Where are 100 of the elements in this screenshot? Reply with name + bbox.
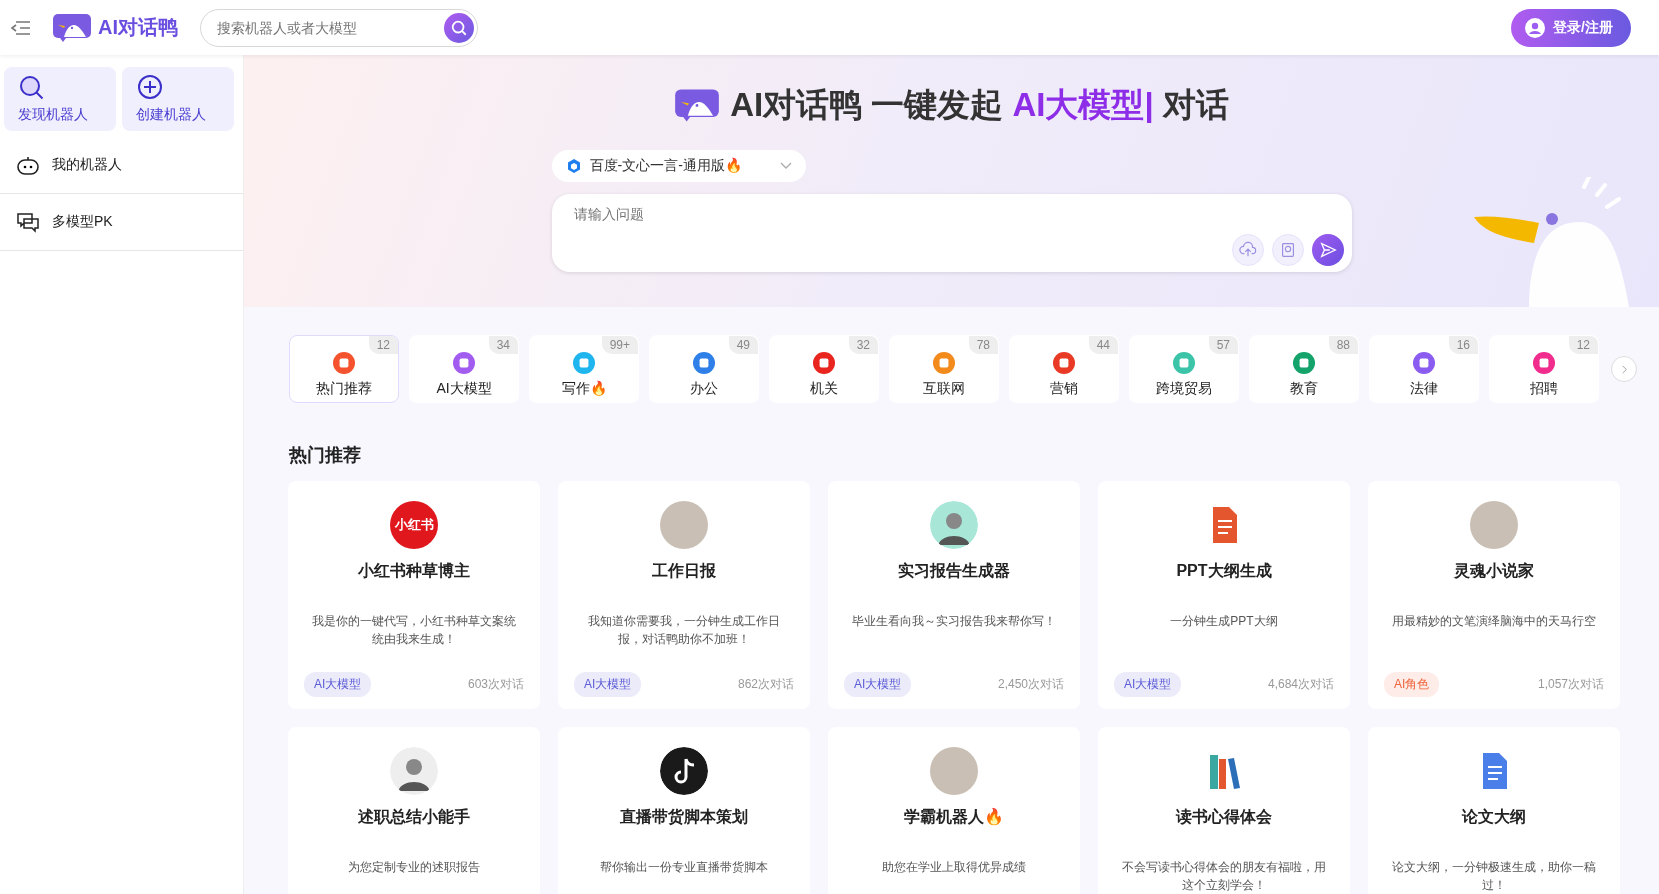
category-tab[interactable]: 12 热门推荐: [289, 335, 399, 403]
sidebar-action-button[interactable]: 发现机器人: [4, 67, 116, 131]
card-description: 毕业生看向我～实习报告我来帮你写！: [851, 613, 1057, 630]
sidebar-action-button[interactable]: 创建机器人: [122, 67, 234, 131]
bot-card[interactable]: 实习报告生成器 毕业生看向我～实习报告我来帮你写！ AI大模型 2,450次对话: [828, 481, 1080, 709]
card-title: 读书心得体会: [1176, 807, 1272, 827]
category-label: 法律: [1410, 380, 1438, 398]
login-button[interactable]: 登录/注册: [1511, 8, 1631, 47]
bot-card[interactable]: 述职总结小能手 为您定制专业的述职报告: [288, 727, 540, 894]
menu-icon[interactable]: [10, 19, 30, 36]
card-description: 我是你的一键代写，小红书种草文案统统由我来生成！: [311, 613, 517, 648]
category-tab[interactable]: 12 招聘: [1489, 335, 1599, 403]
category-label: 招聘: [1530, 380, 1558, 398]
chat-count: 1,057次对话: [1537, 676, 1604, 693]
photo-placeholder: [930, 747, 978, 795]
count-badge: 34: [488, 336, 518, 354]
count-badge: 12: [368, 336, 398, 354]
bot-card[interactable]: 小红书 小红书种草博主 我是你的一键代写，小红书种草文案统统由我来生成！ AI大模型 603次对话: [288, 481, 540, 709]
card-title: 灵魂小说家: [1454, 561, 1534, 581]
card-description: 一分钟生成PPT大纲: [1169, 613, 1279, 630]
count-badge: 99+: [601, 336, 638, 354]
count-badge: 12: [1568, 336, 1598, 354]
card-title: 实习报告生成器: [898, 561, 1010, 581]
count-badge: 32: [848, 336, 878, 354]
search-icon: [450, 18, 468, 37]
chat-count: 603次对话: [467, 676, 524, 693]
card-title: 小红书种草博主: [358, 561, 470, 581]
chat-count: 4,684次对话: [1267, 676, 1334, 693]
category-label: AI大模型: [436, 380, 492, 398]
card-description: 用最精妙的文笔演绎脑海中的天马行空: [1391, 613, 1597, 630]
card-description: 助您在学业上取得优异成绩: [881, 859, 1027, 876]
question-field[interactable]: 请输入问题: [551, 194, 1352, 272]
category-tag: AI大模型: [304, 672, 372, 697]
hero-title: AI对话鸭 一键发起 AI大模型| 对话: [730, 85, 1229, 125]
plus-circle-icon: [136, 74, 164, 102]
count-badge: 57: [1208, 336, 1238, 354]
card-title: 直播带货脚本策划: [620, 807, 748, 828]
category-label: 机关: [810, 380, 838, 398]
bot-card[interactable]: 灵魂小说家 用最精妙的文笔演绎脑海中的天马行空 AI角色 1,057次对话: [1368, 481, 1620, 709]
photo-placeholder: [660, 501, 708, 549]
category-tag: AI角色: [1384, 672, 1440, 697]
chevron-right-icon: [1619, 364, 1629, 374]
category-label: 热门推荐: [316, 380, 372, 398]
bot-card[interactable]: 论文大纲 论文大纲，一分钟极速生成，助你一稿过！: [1368, 727, 1620, 894]
caret-icon: [779, 162, 792, 170]
card-description: 论文大纲，一分钟极速生成，助你一稿过！: [1391, 859, 1597, 894]
chat-bubbles-icon: [16, 211, 40, 233]
category-label: 营销: [1050, 380, 1078, 398]
chat-count: 862次对话: [737, 676, 794, 693]
category-tab[interactable]: 16 法律: [1369, 335, 1479, 403]
bot-card[interactable]: PPT大纲生成 一分钟生成PPT大纲 AI大模型 4,684次对话: [1098, 481, 1350, 709]
cloud-upload-icon: [1238, 241, 1257, 259]
bot-card[interactable]: 工作日报 我知道你需要我，一分钟生成工作日报，对话鸭助你不加班！ AI大模型 862次对话: [558, 481, 810, 709]
brand-name: AI对话鸭: [98, 15, 178, 40]
cube-icon: [565, 158, 582, 174]
bot-card[interactable]: 直播带货脚本策划 帮你输出一份专业直播带货脚本: [558, 727, 810, 894]
card-title: 述职总结小能手: [358, 807, 470, 827]
category-label: 写作🔥: [561, 380, 607, 398]
count-badge: 88: [1328, 336, 1358, 354]
model-dropdown[interactable]: 百度-文心一言-通用版🔥: [551, 150, 806, 182]
chat-count: 2,450次对话: [997, 676, 1064, 693]
category-tab[interactable]: 99+ 写作🔥: [529, 335, 639, 403]
card-description: 帮你输出一份专业直播带货脚本: [599, 859, 769, 876]
category-tab[interactable]: 78 互联网: [889, 335, 999, 403]
category-tab[interactable]: 57 跨境贸易: [1129, 335, 1239, 403]
search-field[interactable]: 搜索机器人或者大模型: [200, 8, 478, 47]
robot-icon: [16, 154, 40, 176]
sidebar-item[interactable]: 我的机器人: [0, 137, 243, 194]
card-title: PPT大纲生成: [1176, 561, 1272, 581]
bot-card[interactable]: 读书心得体会 不会写读书心得体会的朋友有福啦，用这个立刻学会！: [1098, 727, 1350, 894]
category-label: 互联网: [923, 380, 965, 398]
category-tab[interactable]: 44 营销: [1009, 335, 1119, 403]
category-tab[interactable]: 88 教育: [1249, 335, 1359, 403]
search-icon: [18, 74, 46, 102]
category-tag: AI大模型: [574, 672, 642, 697]
category-tab[interactable]: 49 办公: [649, 335, 759, 403]
user-icon: [1525, 17, 1546, 38]
count-badge: 16: [1448, 336, 1478, 354]
send-icon: [1318, 241, 1337, 259]
category-tab[interactable]: 34 AI大模型: [409, 335, 519, 403]
logo-avatar: 小红书: [390, 501, 438, 549]
photo-placeholder: [1470, 501, 1518, 549]
card-title: 工作日报: [652, 561, 716, 581]
category-label: 教育: [1290, 380, 1318, 398]
card-title: 论文大纲: [1462, 807, 1526, 827]
category-label: 办公: [690, 380, 718, 398]
sidebar-item[interactable]: 多模型PK: [0, 194, 243, 251]
bot-card[interactable]: 学霸机器人🔥 助您在学业上取得优异成绩: [828, 727, 1080, 894]
category-label: 跨境贸易: [1156, 380, 1212, 398]
count-badge: 44: [1088, 336, 1118, 354]
card-description: 为您定制专业的述职报告: [347, 859, 481, 876]
card-title: 学霸机器人🔥: [904, 807, 1004, 827]
category-tab[interactable]: 32 机关: [769, 335, 879, 403]
card-description: 我知道你需要我，一分钟生成工作日报，对话鸭助你不加班！: [587, 613, 781, 648]
card-description: 不会写读书心得体会的朋友有福啦，用这个立刻学会！: [1121, 859, 1327, 894]
category-tag: AI大模型: [844, 672, 912, 697]
section-title: 热门推荐: [289, 444, 362, 467]
count-badge: 49: [728, 336, 758, 354]
category-tag: AI大模型: [1114, 672, 1182, 697]
count-badge: 78: [968, 336, 998, 354]
